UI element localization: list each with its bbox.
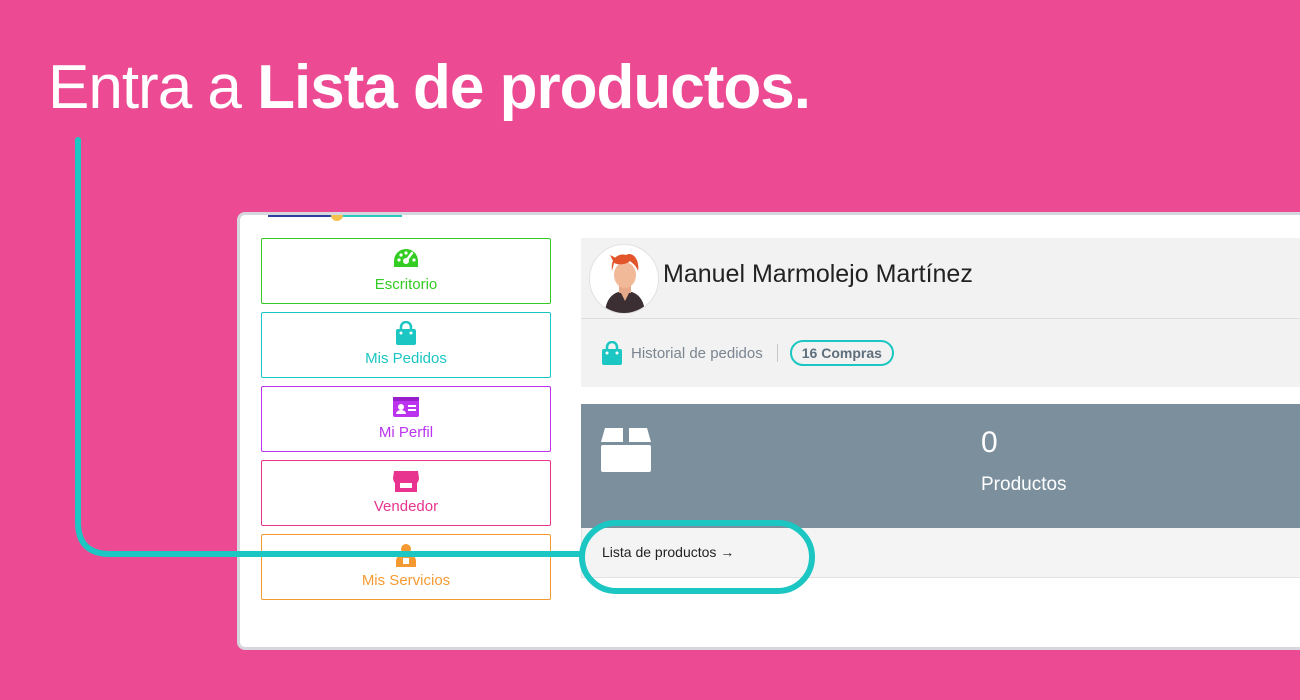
divider bbox=[776, 344, 778, 362]
products-label: Productos bbox=[981, 474, 1067, 495]
sidebar-item-escritorio[interactable]: Escritorio bbox=[261, 238, 551, 304]
arrow-right-icon: → bbox=[720, 544, 735, 560]
order-history-row: Historial de pedidos 16 Compras bbox=[601, 340, 894, 366]
user-name: Manuel Marmolejo Martínez bbox=[663, 260, 973, 288]
sidebar-item-mis-pedidos[interactable]: Mis Pedidos bbox=[261, 312, 551, 378]
id-card-icon bbox=[393, 397, 419, 417]
product-list-link[interactable]: Lista de productos → bbox=[602, 544, 734, 560]
order-history-link[interactable]: Historial de pedidos bbox=[631, 345, 763, 362]
product-list-link-label: Lista de productos bbox=[602, 544, 717, 560]
worker-icon bbox=[396, 544, 416, 567]
sidebar-item-mis-servicios[interactable]: Mis Servicios bbox=[261, 534, 551, 600]
sidebar-item-vendedor[interactable]: Vendedor bbox=[261, 460, 551, 526]
sidebar-item-label: Mis Servicios bbox=[361, 572, 451, 589]
instruction-prefix: Entra a bbox=[48, 53, 258, 122]
products-count: 0 bbox=[981, 426, 998, 459]
user-avatar-icon bbox=[605, 253, 645, 313]
avatar bbox=[589, 244, 659, 314]
sidebar-item-label: Vendedor bbox=[373, 498, 439, 515]
shopping-bag-icon bbox=[396, 321, 416, 345]
dashboard-gauge-icon bbox=[394, 249, 418, 267]
topbar-logo-dot bbox=[331, 215, 343, 221]
instruction-target: Lista de productos. bbox=[257, 53, 811, 122]
products-card-footer: Lista de productos → bbox=[581, 528, 1300, 578]
products-stat-card: 0 Productos bbox=[581, 404, 1300, 528]
store-icon bbox=[393, 471, 419, 492]
sidebar-item-label: Mis Pedidos bbox=[365, 350, 447, 367]
shopping-bag-icon bbox=[602, 341, 622, 365]
sidebar-item-mi-perfil[interactable]: Mi Perfil bbox=[261, 386, 551, 452]
sidebar-item-label: Mi Perfil bbox=[378, 424, 434, 441]
sidebar-item-label: Escritorio bbox=[374, 276, 438, 293]
profile-divider bbox=[581, 318, 1300, 319]
browser-window: Escritorio Mis Pedidos Mi Perfil Vendedo… bbox=[237, 212, 1300, 650]
instruction-headline: Entra a Lista de productos. bbox=[48, 52, 811, 124]
box-icon bbox=[601, 428, 651, 472]
purchases-badge: 16 Compras bbox=[789, 340, 894, 366]
profile-card: Manuel Marmolejo Martínez Historial de p… bbox=[581, 238, 1300, 387]
